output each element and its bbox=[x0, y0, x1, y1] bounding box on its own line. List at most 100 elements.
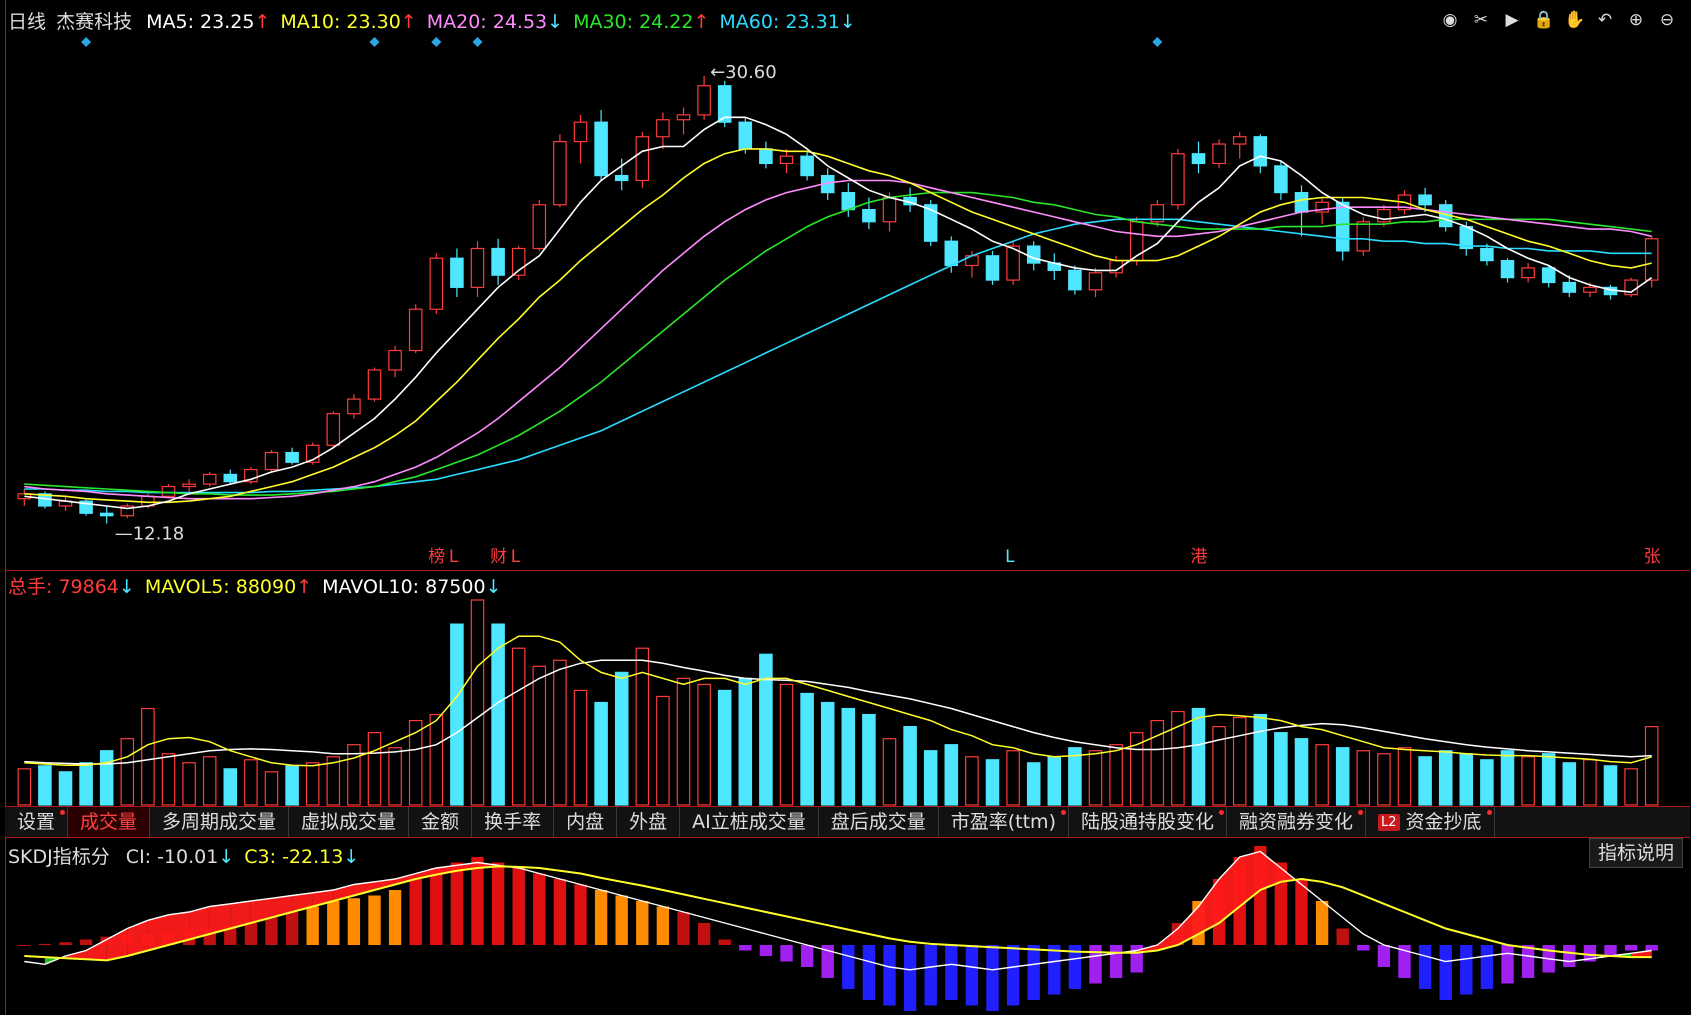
event-marker: 榜 bbox=[428, 547, 445, 567]
volume-bar bbox=[656, 695, 670, 806]
volume-bar bbox=[841, 707, 856, 806]
indicator-bar bbox=[471, 857, 484, 945]
volume-bar bbox=[717, 689, 732, 806]
indicator-bar bbox=[79, 939, 93, 945]
volume-bar bbox=[676, 677, 691, 806]
tab-2[interactable]: 多周期成交量 bbox=[150, 807, 290, 837]
indicator-bar bbox=[1109, 945, 1123, 978]
tab-3[interactable]: 虚拟成交量 bbox=[289, 807, 410, 837]
tab-label: 成交量 bbox=[80, 811, 138, 833]
candle-body bbox=[1294, 192, 1309, 213]
candle-body bbox=[1068, 269, 1082, 291]
candle-body bbox=[264, 451, 279, 471]
indicator-bar bbox=[945, 945, 958, 1000]
indicator-bar bbox=[450, 862, 464, 945]
tab-10[interactable]: 市盈率(ttm) bbox=[939, 807, 1069, 837]
volume-bar bbox=[1315, 744, 1329, 806]
indicator-bar bbox=[491, 862, 505, 945]
volume-bar bbox=[882, 738, 897, 806]
indicator-legend-item: CI: -10.01↓ bbox=[126, 846, 234, 868]
tab-dot bbox=[1219, 810, 1224, 815]
candle-body bbox=[656, 119, 670, 138]
ma60-line bbox=[24, 218, 1652, 494]
event-marker: L bbox=[511, 547, 521, 567]
indicator-bar bbox=[739, 945, 752, 951]
volume-bar bbox=[1521, 756, 1535, 806]
indicator-bar bbox=[903, 945, 917, 1011]
indicator-legend-arrow: ↓ bbox=[343, 846, 360, 868]
volume-bar bbox=[161, 753, 176, 806]
candle-body bbox=[450, 257, 464, 288]
indicator-bar bbox=[1048, 945, 1061, 995]
tab-6[interactable]: 内盘 bbox=[554, 807, 618, 837]
event-diamond bbox=[369, 37, 380, 47]
volume-bar bbox=[1109, 744, 1123, 806]
volume-bar bbox=[305, 762, 320, 806]
tab-5[interactable]: 换手率 bbox=[472, 807, 555, 837]
volume-bar bbox=[1377, 753, 1391, 806]
candle-body bbox=[944, 240, 959, 267]
indicator-bar bbox=[656, 906, 670, 945]
volume-bar bbox=[38, 765, 52, 806]
event-marker: L bbox=[1005, 547, 1015, 567]
indicator-legend-arrow: ↓ bbox=[218, 846, 235, 868]
tab-label: 虚拟成交量 bbox=[301, 811, 397, 833]
indicator-bar bbox=[1460, 945, 1473, 995]
volume-bar bbox=[1294, 738, 1309, 806]
indicator-bar bbox=[1624, 945, 1638, 951]
tab-label: 盘后成交量 bbox=[830, 811, 926, 833]
volume-bar bbox=[450, 623, 464, 806]
indicator-bar bbox=[965, 945, 979, 1006]
candle-body bbox=[573, 121, 588, 143]
volume-bar bbox=[285, 765, 299, 806]
tab-12[interactable]: 融资融券变化 bbox=[1227, 807, 1367, 837]
volume-bar bbox=[594, 701, 608, 806]
volume-bar bbox=[141, 707, 155, 806]
candle-body bbox=[697, 85, 711, 116]
tab-4[interactable]: 金额 bbox=[409, 807, 473, 837]
volume-bar bbox=[1603, 765, 1618, 806]
volume-legend: 总手: 79864↓ MAVOL5: 88090↑ MAVOL10: 87500↓ bbox=[8, 572, 512, 599]
tab-9[interactable]: 盘后成交量 bbox=[819, 807, 939, 837]
candle-body bbox=[759, 148, 773, 165]
tab-7[interactable]: 外盘 bbox=[617, 807, 681, 837]
indicator-legend: SKDJ指标分 CI: -10.01↓ C3: -22.13↓ bbox=[8, 842, 369, 869]
volume-bar bbox=[1438, 750, 1453, 806]
volume-bar bbox=[17, 768, 32, 806]
indicator-bar bbox=[285, 912, 299, 945]
indicator-bar bbox=[594, 890, 608, 945]
volume-legend-value: 87500 bbox=[425, 576, 486, 598]
indicator-bar bbox=[697, 923, 711, 945]
volume-legend-item: MAVOL5: 88090↑ bbox=[145, 576, 312, 598]
indicator-bar bbox=[1604, 945, 1617, 956]
volume-bar bbox=[1397, 747, 1412, 806]
volume-bar bbox=[759, 653, 773, 806]
tab-dot bbox=[1486, 810, 1492, 815]
indicator-bar bbox=[1006, 945, 1020, 1006]
candle-body bbox=[1541, 267, 1556, 284]
candle-body bbox=[676, 114, 691, 121]
tab-1[interactable]: 成交量 bbox=[68, 807, 151, 837]
candle-body bbox=[1232, 136, 1247, 145]
volume-bar bbox=[1232, 716, 1247, 806]
indicator-legend-label: CI: bbox=[125, 846, 158, 868]
indicator-legend-item: C3: -22.13↓ bbox=[244, 846, 359, 868]
tab-dot bbox=[60, 810, 66, 815]
volume-bar bbox=[779, 683, 794, 806]
event-diamond bbox=[1152, 37, 1163, 47]
indicator-bar bbox=[265, 917, 278, 945]
indicator-help-button[interactable]: 指标说明 bbox=[1588, 838, 1683, 868]
candle-body bbox=[1500, 260, 1515, 279]
tab-8[interactable]: AI立桩成交量 bbox=[680, 807, 819, 837]
tab-label: 市盈率(ttm) bbox=[950, 811, 1056, 833]
candle-body bbox=[1274, 165, 1288, 194]
ma20-line bbox=[24, 179, 1652, 500]
volume-bar bbox=[820, 701, 835, 806]
tab-11[interactable]: 陆股通持股变化 bbox=[1069, 807, 1227, 837]
indicator-bar bbox=[512, 868, 525, 945]
event-diamond bbox=[81, 37, 92, 47]
tab-0[interactable]: 设置 bbox=[5, 807, 69, 837]
tab-13[interactable]: L2 资金抄底 bbox=[1366, 807, 1495, 837]
indicator-bar bbox=[327, 901, 340, 945]
candle-body bbox=[1418, 194, 1432, 206]
